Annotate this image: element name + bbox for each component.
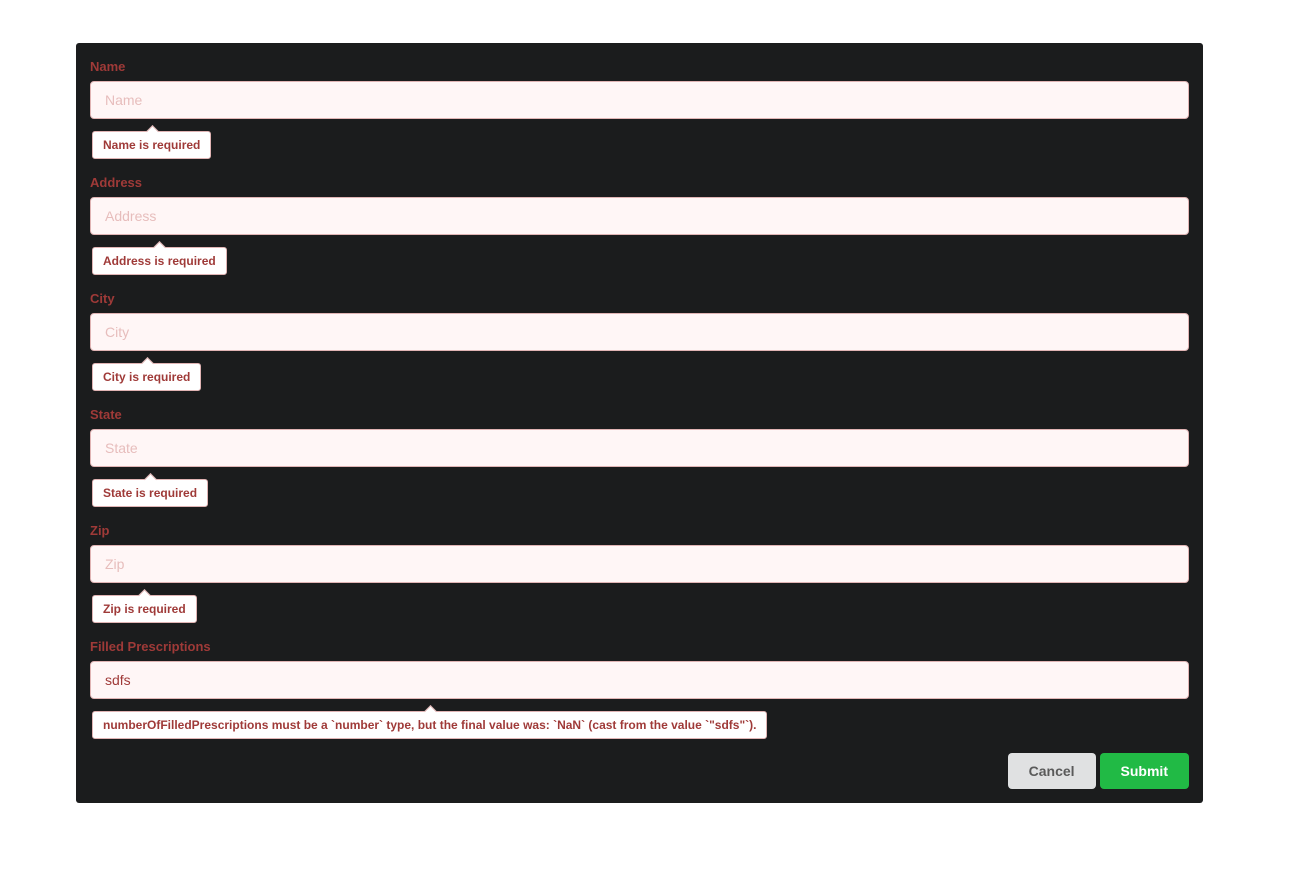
field-zip: Zip Zip is required xyxy=(90,521,1189,637)
state-input[interactable] xyxy=(90,429,1189,467)
form-panel: Name Name is required Address Address is… xyxy=(76,43,1203,803)
state-error-message: State is required xyxy=(92,479,209,507)
city-label: City xyxy=(90,291,115,306)
zip-input[interactable] xyxy=(90,545,1189,583)
filled-prescriptions-input[interactable] xyxy=(90,661,1189,699)
address-label: Address xyxy=(90,175,143,190)
city-input[interactable] xyxy=(90,313,1189,351)
field-city: City City is required xyxy=(90,289,1189,405)
submit-button[interactable]: Submit xyxy=(1099,753,1189,789)
name-label: Name xyxy=(90,59,126,74)
field-filled-prescriptions: Filled Prescriptions numberOfFilledPresc… xyxy=(90,637,1189,753)
city-error-message: City is required xyxy=(92,363,202,391)
zip-label: Zip xyxy=(90,523,110,538)
filled-prescriptions-label: Filled Prescriptions xyxy=(90,639,211,654)
address-input[interactable] xyxy=(90,197,1189,235)
name-error-message: Name is required xyxy=(92,131,212,159)
filled-prescriptions-error-message: numberOfFilledPrescriptions must be a `n… xyxy=(92,711,768,739)
field-name: Name Name is required xyxy=(90,57,1189,173)
state-label: State xyxy=(90,407,122,422)
form-actions: Cancel Submit xyxy=(1007,753,1189,789)
name-input[interactable] xyxy=(90,81,1189,119)
cancel-button[interactable]: Cancel xyxy=(1007,753,1096,789)
field-address: Address Address is required xyxy=(90,173,1189,289)
zip-error-message: Zip is required xyxy=(92,595,197,623)
address-error-message: Address is required xyxy=(92,247,227,275)
field-state: State State is required xyxy=(90,405,1189,521)
